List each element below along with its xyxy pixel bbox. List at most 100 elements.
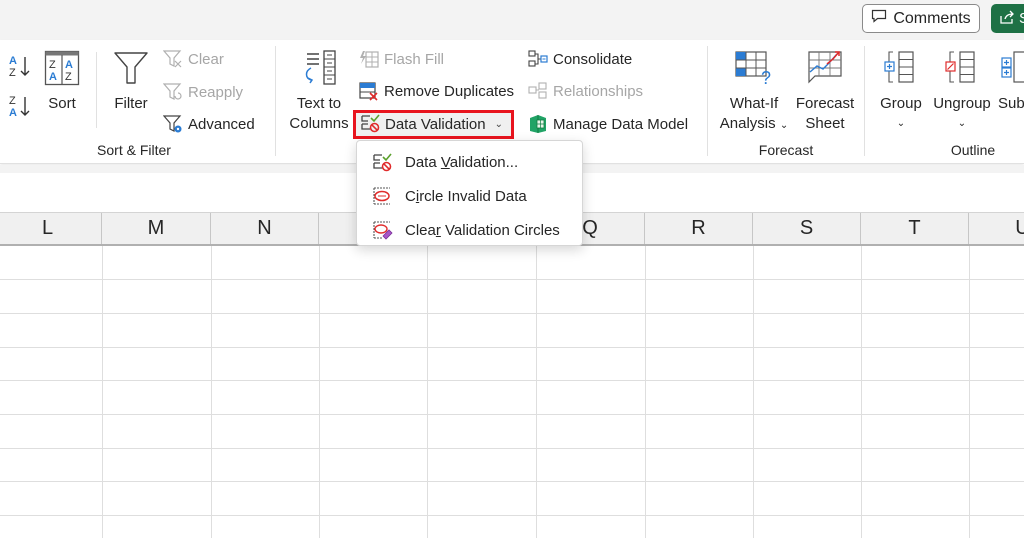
column-header-n[interactable]: N bbox=[211, 213, 319, 244]
svg-text:A: A bbox=[9, 55, 17, 67]
flash-fill-button[interactable]: Flash Fill bbox=[359, 47, 444, 71]
chevron-down-icon: ⌄ bbox=[494, 119, 503, 130]
grid-line bbox=[102, 246, 103, 538]
grid-line bbox=[536, 246, 537, 538]
grid-line bbox=[0, 313, 1024, 314]
relationships-button[interactable]: Relationships bbox=[528, 79, 643, 103]
menu-item-data-validation[interactable]: Data Validation... bbox=[357, 145, 582, 179]
group-button[interactable]: Group ⌄ bbox=[876, 48, 926, 134]
group-label-forecast: Forecast bbox=[758, 142, 814, 158]
svg-text:Z: Z bbox=[49, 59, 56, 71]
menu-item-circle-invalid-data[interactable]: Circle Invalid Data bbox=[357, 179, 582, 213]
sort-dialog-icon: ZAAZ bbox=[44, 48, 80, 88]
subtotal-button[interactable]: Sub bbox=[998, 48, 1024, 114]
sort-a-to-z-icon: AZ bbox=[8, 53, 32, 83]
remove-duplicates-button[interactable]: Remove Duplicates bbox=[359, 79, 514, 103]
advanced-filter-button[interactable]: Advanced bbox=[163, 112, 255, 136]
reapply-button[interactable]: Reapply bbox=[163, 80, 243, 104]
svg-text:A: A bbox=[65, 59, 73, 71]
sort-z-to-a-icon: ZA bbox=[8, 93, 32, 123]
group-rows-icon bbox=[883, 48, 919, 88]
data-validation-menu: Data Validation... Circle Invalid Data C… bbox=[356, 140, 583, 246]
remove-duplicates-icon bbox=[359, 81, 379, 101]
text-to-columns-line2: Columns bbox=[289, 115, 349, 132]
chevron-down-icon: ⌄ bbox=[896, 118, 906, 129]
circle-invalid-data-icon bbox=[371, 185, 393, 207]
column-header-u[interactable]: U bbox=[969, 213, 1024, 244]
column-header-s[interactable]: S bbox=[753, 213, 861, 244]
data-validation-label: Data Validation bbox=[385, 116, 486, 133]
svg-text:Z: Z bbox=[9, 95, 16, 107]
flash-fill-icon bbox=[359, 49, 379, 69]
clear-label: Clear bbox=[188, 50, 224, 68]
text-to-columns-line1: Text to bbox=[296, 95, 342, 112]
label-part: Data bbox=[405, 153, 441, 171]
manage-data-model-button[interactable]: Manage Data Model bbox=[528, 112, 688, 136]
ungroup-button[interactable]: Ungroup ⌄ bbox=[930, 48, 994, 134]
reapply-filter-icon bbox=[163, 82, 183, 102]
forecast-sheet-line2: Sheet bbox=[805, 115, 845, 132]
forecast-sheet-icon bbox=[805, 48, 845, 88]
menu-item-label: Clear Validation Circles bbox=[405, 222, 560, 239]
grid-line bbox=[0, 279, 1024, 280]
grid-line bbox=[753, 246, 754, 538]
svg-text:Z: Z bbox=[65, 71, 72, 83]
data-validation-icon bbox=[360, 113, 380, 137]
label-part: Validation Circles bbox=[440, 221, 560, 239]
sort-label: Sort bbox=[48, 95, 76, 112]
grid-line bbox=[0, 347, 1024, 348]
group-separator bbox=[707, 46, 708, 156]
comments-button[interactable]: Comments bbox=[862, 4, 980, 33]
filter-label: Filter bbox=[114, 95, 148, 112]
text-to-columns-icon bbox=[299, 48, 339, 88]
group-separator bbox=[864, 46, 865, 156]
column-header-r[interactable]: R bbox=[645, 213, 753, 244]
filter-funnel-icon bbox=[113, 48, 149, 88]
subtotal-label: Sub bbox=[998, 95, 1024, 112]
advanced-filter-icon bbox=[163, 114, 183, 134]
consolidate-label: Consolidate bbox=[553, 50, 633, 68]
remove-duplicates-label: Remove Duplicates bbox=[384, 82, 515, 100]
chevron-down-icon: ⌄ bbox=[779, 120, 789, 131]
grid-line bbox=[0, 414, 1024, 415]
svg-text:?: ? bbox=[761, 68, 771, 88]
forecast-sheet-button[interactable]: Forecast Sheet bbox=[793, 48, 857, 134]
title-bar: Comments S bbox=[0, 0, 1024, 40]
group-separator bbox=[275, 46, 276, 156]
cell-grid[interactable] bbox=[0, 246, 1024, 538]
advanced-label: Advanced bbox=[188, 115, 255, 133]
clear-filter-icon bbox=[163, 49, 183, 69]
sort-button[interactable]: ZAAZ Sort bbox=[40, 48, 84, 114]
consolidate-icon bbox=[528, 49, 548, 69]
data-validation-button[interactable]: Data Validation ⌄ bbox=[353, 110, 514, 139]
reapply-label: Reapply bbox=[188, 83, 244, 101]
filter-button[interactable]: Filter bbox=[110, 48, 152, 114]
grid-line bbox=[427, 246, 428, 538]
share-button[interactable]: S bbox=[991, 4, 1024, 33]
svg-text:A: A bbox=[9, 107, 17, 119]
grid-line bbox=[0, 380, 1024, 381]
grid-line bbox=[0, 448, 1024, 449]
column-header-l[interactable]: L bbox=[0, 213, 102, 244]
text-to-columns-button[interactable]: Text to Columns bbox=[288, 48, 350, 134]
sort-descending-button[interactable]: ZA bbox=[8, 93, 32, 123]
grid-line bbox=[0, 481, 1024, 482]
column-header-t[interactable]: T bbox=[861, 213, 969, 244]
menu-item-label: Circle Invalid Data bbox=[405, 188, 527, 205]
menu-item-clear-validation-circles[interactable]: Clear Validation Circles bbox=[357, 213, 582, 247]
data-validation-icon bbox=[371, 151, 393, 173]
group-label: Group bbox=[880, 95, 922, 112]
menu-item-label: Data Validation... bbox=[405, 154, 518, 171]
subtotal-icon bbox=[998, 48, 1024, 88]
flash-fill-label: Flash Fill bbox=[384, 50, 445, 68]
label-part: rcle Invalid Data bbox=[419, 187, 527, 205]
sort-ascending-button[interactable]: AZ bbox=[8, 53, 32, 83]
consolidate-button[interactable]: Consolidate bbox=[528, 47, 632, 71]
grid-line bbox=[861, 246, 862, 538]
group-label-outline: Outline bbox=[950, 142, 996, 158]
grid-line bbox=[969, 246, 970, 538]
what-if-analysis-button[interactable]: ? What-If Analysis ⌄ bbox=[716, 48, 792, 136]
clear-filter-button[interactable]: Clear bbox=[163, 47, 224, 71]
clear-validation-circles-icon bbox=[371, 219, 393, 241]
column-header-m[interactable]: M bbox=[102, 213, 211, 244]
